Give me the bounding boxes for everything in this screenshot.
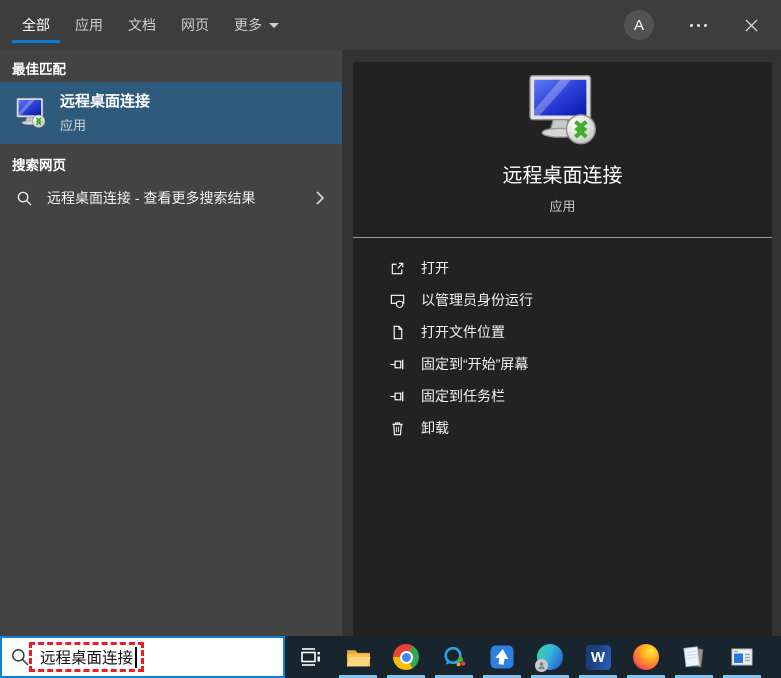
notepad-button[interactable] — [670, 636, 718, 678]
close-icon[interactable] — [739, 13, 763, 37]
firefox-icon — [633, 644, 659, 670]
chevron-right-icon — [314, 188, 326, 208]
best-match-result[interactable]: 远程桌面连接 应用 — [0, 82, 342, 144]
chevron-down-icon — [269, 23, 279, 28]
open-icon — [387, 260, 407, 277]
rdp-window-icon — [729, 644, 755, 670]
uninstall-icon — [387, 420, 407, 437]
open-file-location-icon — [387, 324, 407, 341]
topbar-actions: A — [624, 0, 781, 50]
best-match-title: 远程桌面连接 — [60, 92, 150, 112]
action-pin-to-taskbar[interactable]: 固定到任务栏 — [387, 380, 772, 412]
action-open[interactable]: 打开 — [387, 252, 772, 284]
action-list: 打开 以管理员身份运行 打开文件位置 — [353, 238, 772, 444]
tab-more[interactable]: 更多 — [224, 0, 289, 50]
best-match-subtitle: 应用 — [60, 115, 150, 134]
taskbar-icons: W — [286, 636, 766, 678]
pin-to-start-icon — [387, 356, 407, 373]
chrome-icon — [393, 644, 419, 670]
action-run-as-admin[interactable]: 以管理员身份运行 — [387, 284, 772, 316]
notepad-icon — [681, 644, 707, 670]
edge-profile-avatar — [535, 659, 548, 672]
account-avatar[interactable]: A — [624, 10, 654, 40]
nav-arrow-app-icon — [489, 644, 515, 670]
detail-panel: 远程桌面连接 应用 打开 以管理员身份运行 — [353, 62, 772, 636]
edge-button[interactable] — [526, 636, 574, 678]
search-icon — [10, 647, 30, 667]
more-options-icon[interactable] — [690, 24, 707, 27]
rdp-app-icon-large — [519, 75, 607, 145]
word-icon: W — [586, 645, 611, 670]
search-icon — [16, 190, 33, 207]
text-caret — [135, 647, 137, 668]
chrome-button[interactable] — [382, 636, 430, 678]
screen: 全部 应用 文档 网页 更多 A 最佳匹配 — [0, 0, 781, 678]
edge-icon — [537, 644, 563, 670]
chat-app-icon — [441, 644, 467, 670]
action-pin-to-start[interactable]: 固定到“开始”屏幕 — [387, 348, 772, 380]
detail-app-subtitle: 应用 — [549, 196, 575, 215]
tab-all[interactable]: 全部 — [12, 0, 60, 50]
web-search-text: 远程桌面连接 - 查看更多搜索结果 — [47, 188, 255, 208]
rdp-app-icon — [12, 97, 50, 129]
search-filter-bar: 全部 应用 文档 网页 更多 A — [0, 0, 781, 50]
detail-app-title: 远程桌面连接 — [503, 159, 623, 188]
results-panel: 最佳匹配 — [0, 50, 342, 636]
file-explorer-button[interactable] — [334, 636, 382, 678]
action-uninstall[interactable]: 卸载 — [387, 412, 772, 444]
word-button[interactable]: W — [574, 636, 622, 678]
search-flyout: 全部 应用 文档 网页 更多 A 最佳匹配 — [0, 0, 781, 636]
web-search-header: 搜索网页 — [12, 154, 66, 174]
rdp-window-button[interactable] — [718, 636, 766, 678]
tab-web[interactable]: 网页 — [171, 0, 219, 50]
tab-documents[interactable]: 文档 — [118, 0, 166, 50]
best-match-header: 最佳匹配 — [12, 58, 66, 78]
filter-tabs: 全部 应用 文档 网页 更多 — [12, 0, 294, 50]
taskbar: 远程桌面连接 — [0, 636, 781, 678]
taskbar-search-input[interactable]: 远程桌面连接 — [40, 638, 137, 676]
action-open-file-location[interactable]: 打开文件位置 — [387, 316, 772, 348]
run-as-admin-icon — [387, 292, 407, 309]
task-view-button[interactable] — [286, 636, 334, 678]
taskbar-search-box[interactable]: 远程桌面连接 — [0, 636, 285, 678]
pin-to-taskbar-icon — [387, 388, 407, 405]
file-explorer-icon — [345, 644, 372, 671]
web-search-result[interactable]: 远程桌面连接 - 查看更多搜索结果 — [0, 178, 342, 218]
chat-app-button[interactable] — [430, 636, 478, 678]
task-view-icon — [298, 645, 322, 669]
nav-arrow-app-button[interactable] — [478, 636, 526, 678]
firefox-button[interactable] — [622, 636, 670, 678]
tab-apps[interactable]: 应用 — [65, 0, 113, 50]
